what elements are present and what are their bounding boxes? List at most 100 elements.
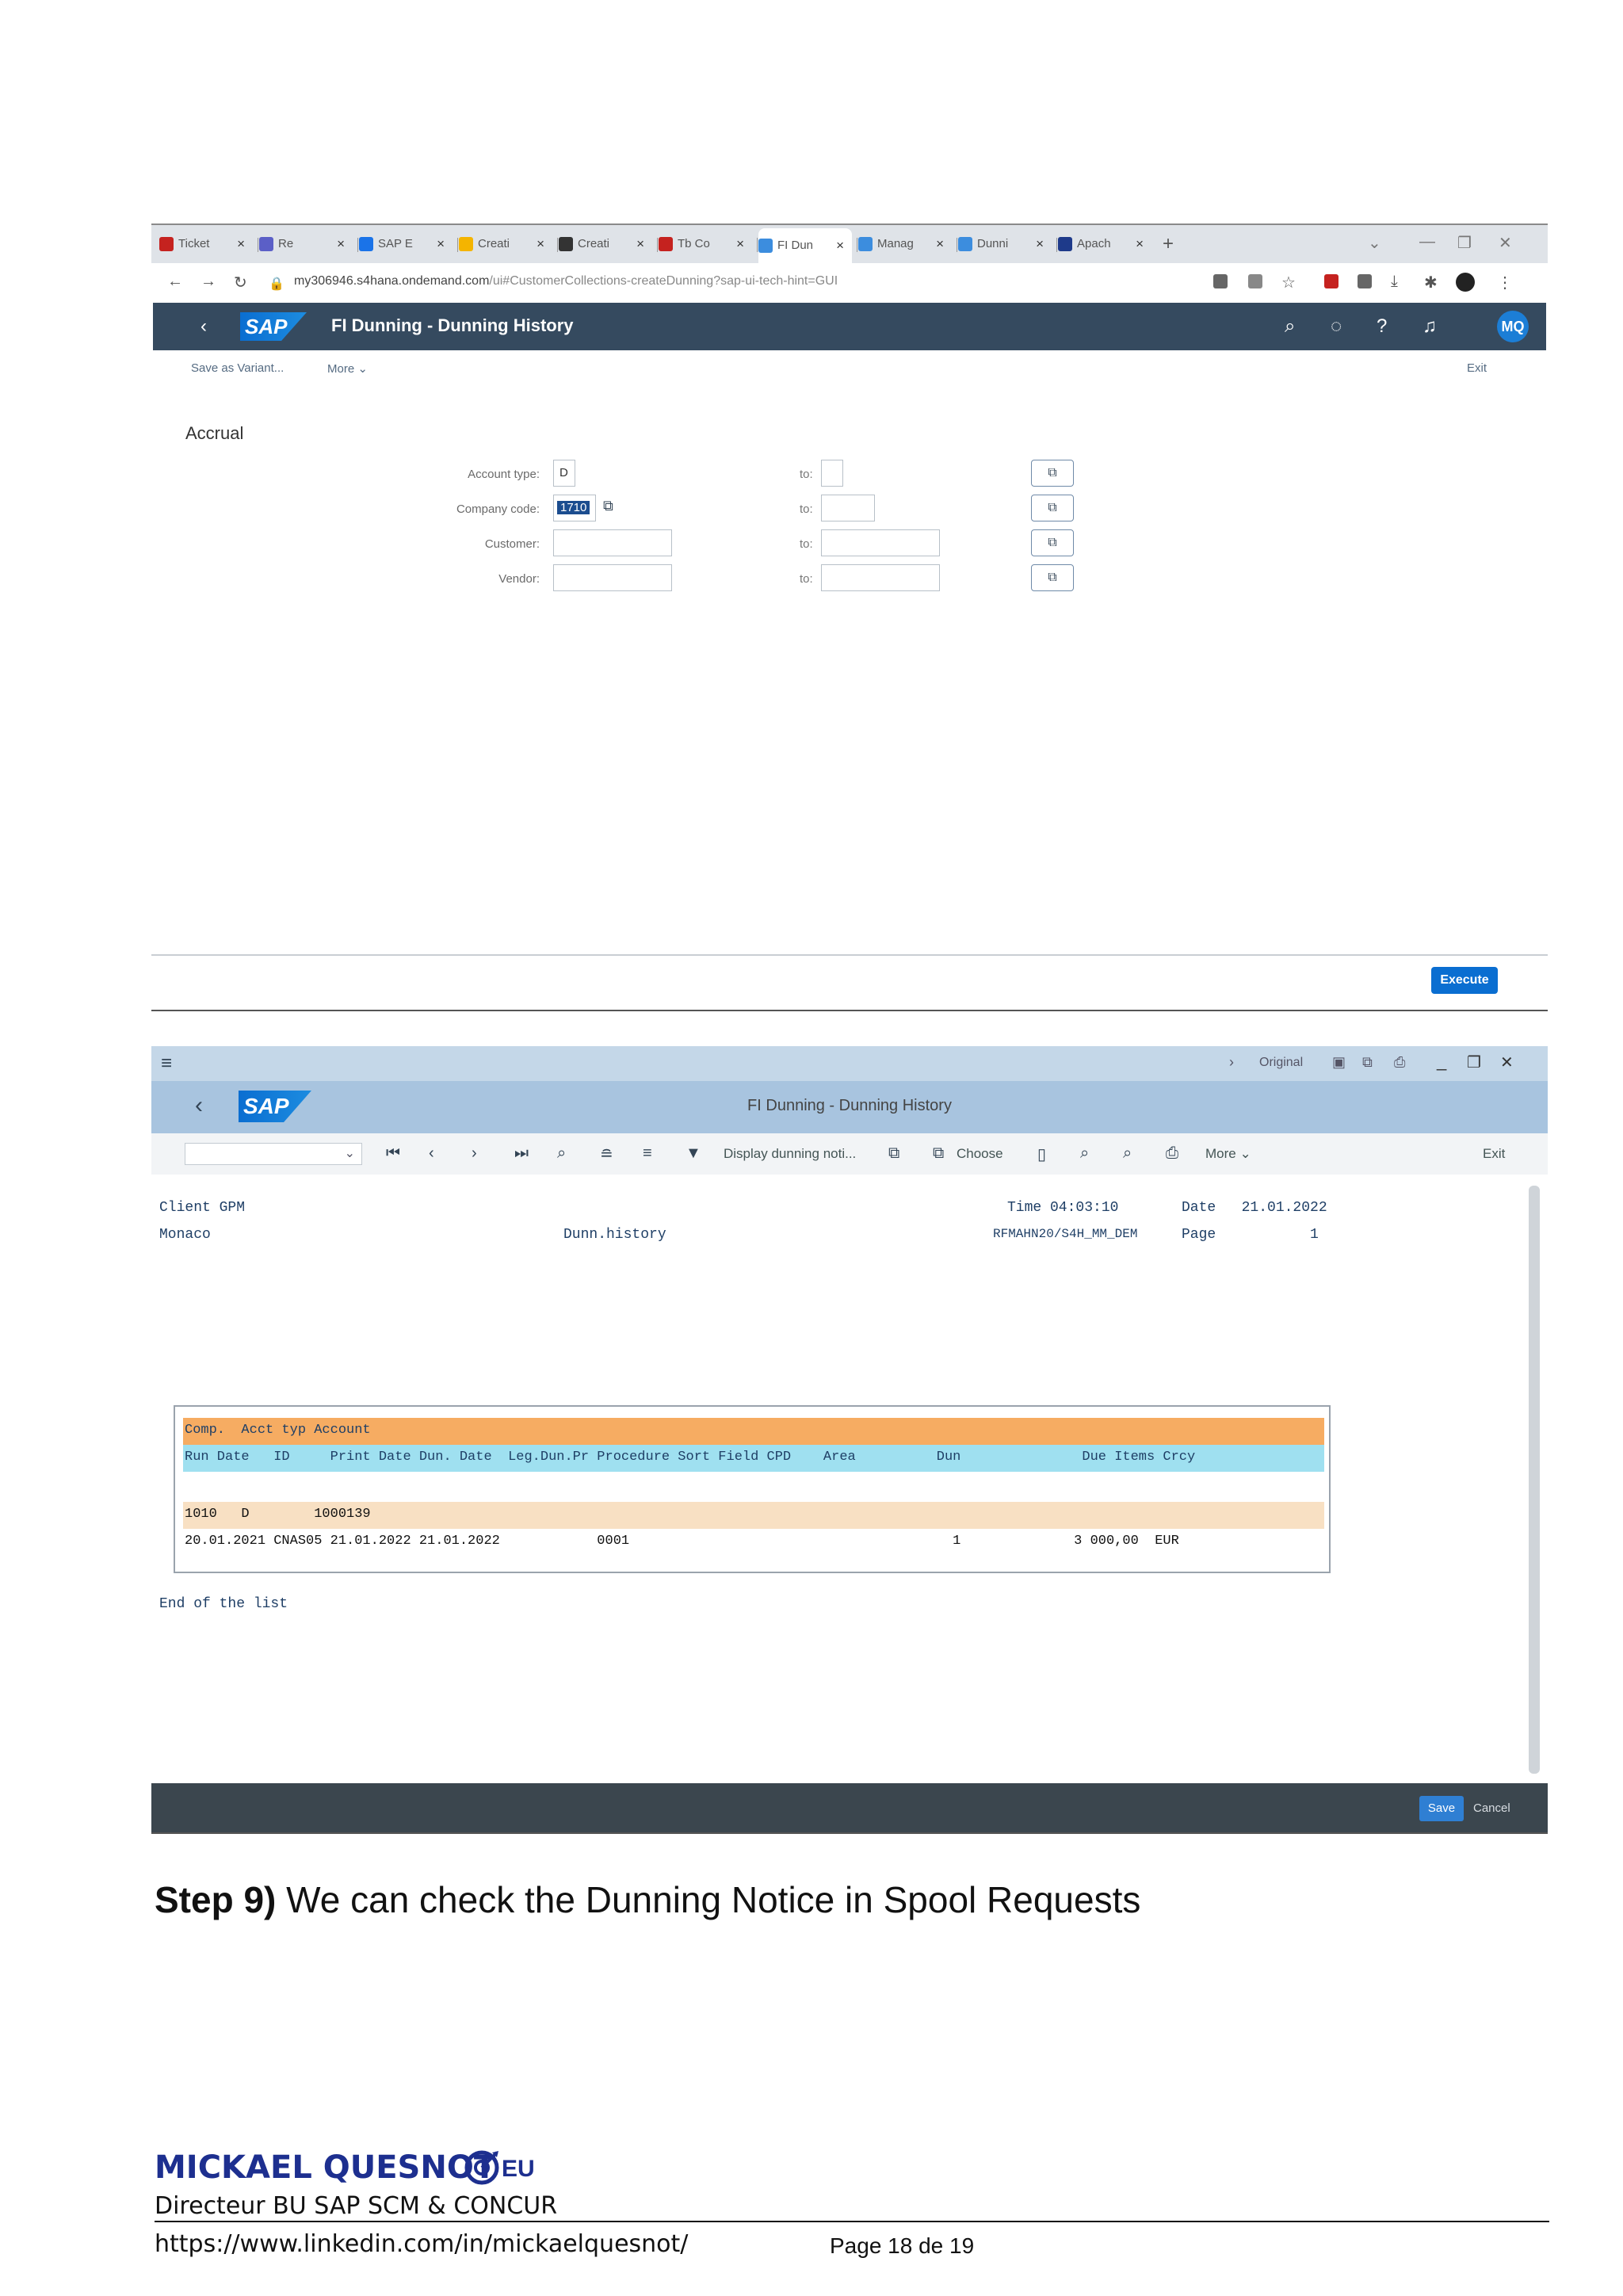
tab-close-icon[interactable]: ×: [537, 231, 544, 257]
url-field[interactable]: my306946.s4hana.ondemand.com/ui#Customer…: [294, 274, 838, 288]
star-icon[interactable]: ☆: [1281, 273, 1296, 292]
row-detail-text[interactable]: 20.01.2021 CNAS05 21.01.2022 21.01.2022 …: [185, 1534, 1179, 1549]
gui-toolbar: ⌄ ⏮ ‹ › ⏭ ⌕ ≘ ≡ ▼ Display dunning noti..…: [151, 1133, 1548, 1175]
customer-to-input[interactable]: [821, 529, 940, 556]
translate-icon[interactable]: [1213, 274, 1228, 288]
multiple-selection-button[interactable]: ⧉: [1031, 460, 1074, 487]
details-icon[interactable]: ▯: [1037, 1144, 1046, 1164]
back-icon[interactable]: ‹: [200, 315, 207, 338]
restore-icon[interactable]: ❐: [1457, 233, 1472, 253]
copy-icon[interactable]: ⧉: [888, 1144, 899, 1163]
filter-icon[interactable]: ▼: [685, 1144, 701, 1163]
dunning-history-list: Comp. Acct typ Account Run Date ID Print…: [174, 1405, 1331, 1573]
tab-close-icon[interactable]: ×: [636, 231, 644, 257]
last-page-icon[interactable]: ⏭: [514, 1144, 529, 1163]
company-code-label: Company code:: [456, 502, 540, 516]
minimize-icon[interactable]: —: [1419, 233, 1435, 251]
more-menu-button[interactable]: More ⌄: [1205, 1146, 1251, 1162]
browser-tab[interactable]: Dunni ×: [958, 231, 1052, 257]
layout-icon[interactable]: ▣: [1332, 1054, 1346, 1071]
more-menu-button[interactable]: More ⌄: [327, 361, 368, 376]
browser-tab[interactable]: Creati ×: [559, 231, 652, 257]
search-icon[interactable]: ⌕: [1285, 315, 1295, 338]
browser-tab[interactable]: Re ×: [259, 231, 353, 257]
account-type-input[interactable]: D: [553, 460, 575, 487]
extensions-puzzle-icon[interactable]: ✱: [1424, 273, 1438, 292]
account-type-to-input[interactable]: [821, 460, 843, 487]
restore-icon[interactable]: ❐: [1467, 1052, 1481, 1072]
browser-tab[interactable]: Apach ×: [1058, 231, 1151, 257]
tab-close-icon[interactable]: ×: [1036, 231, 1044, 257]
tab-close-icon[interactable]: ×: [836, 228, 844, 263]
report-title: Dunn.history: [563, 1227, 666, 1243]
vendor-to-input[interactable]: [821, 564, 940, 591]
company-code-input[interactable]: 1710: [553, 495, 596, 521]
minimize-icon[interactable]: _: [1437, 1051, 1446, 1072]
browser-tab[interactable]: Ticket ×: [159, 231, 253, 257]
sort-descending-icon[interactable]: ≡: [643, 1144, 652, 1163]
multiple-selection-button[interactable]: ⧉: [1031, 495, 1074, 521]
choose-button[interactable]: Choose: [957, 1146, 1003, 1162]
print-icon[interactable]: ⎙: [1166, 1144, 1178, 1163]
user-avatar[interactable]: MQ: [1497, 311, 1529, 342]
vertical-scrollbar[interactable]: [1529, 1186, 1540, 1774]
display-dunning-notice-button[interactable]: Display dunning noti...: [724, 1146, 856, 1162]
close-window-icon[interactable]: ✕: [1499, 233, 1512, 253]
reload-icon[interactable]: ↻: [234, 273, 247, 292]
execute-button[interactable]: Execute: [1431, 967, 1498, 994]
vendor-input[interactable]: [553, 564, 672, 591]
tab-close-icon[interactable]: ×: [1136, 231, 1144, 257]
company-code-to-input[interactable]: [821, 495, 875, 521]
multiple-selection-button[interactable]: ⧉: [1031, 564, 1074, 591]
new-tab-button[interactable]: +: [1163, 231, 1186, 257]
back-icon[interactable]: ←: [167, 273, 183, 291]
close-icon[interactable]: ✕: [1500, 1052, 1514, 1072]
row-account-text[interactable]: 1010 D 1000139: [185, 1507, 371, 1522]
browser-menu-icon[interactable]: ⋮: [1497, 273, 1513, 292]
chevron-right-icon[interactable]: ›: [1229, 1054, 1234, 1071]
save-as-variant-button[interactable]: Save as Variant...: [191, 361, 284, 375]
copilot-icon[interactable]: ◌: [1331, 315, 1342, 338]
save-button[interactable]: Save: [1419, 1796, 1464, 1821]
sort-ascending-icon[interactable]: ≘: [600, 1144, 613, 1164]
browser-tab[interactable]: SAP E ×: [359, 231, 453, 257]
tab-close-icon[interactable]: ×: [437, 231, 445, 257]
first-page-icon[interactable]: ⏮: [386, 1144, 400, 1163]
find-next-icon[interactable]: ⌕: [1123, 1144, 1132, 1163]
browser-tab[interactable]: Tb Co ×: [659, 231, 752, 257]
browser-tab[interactable]: Manag ×: [858, 231, 952, 257]
exit-button[interactable]: Exit: [1467, 361, 1487, 375]
profile-icon[interactable]: [1456, 273, 1475, 292]
tab-close-icon[interactable]: ×: [237, 231, 245, 257]
choose-icon[interactable]: ⧉: [933, 1144, 944, 1163]
extension-icon-2[interactable]: [1358, 274, 1372, 288]
menu-icon[interactable]: ≡: [161, 1052, 172, 1075]
next-page-icon[interactable]: ›: [472, 1144, 477, 1163]
tab-close-icon[interactable]: ×: [736, 231, 744, 257]
customer-input[interactable]: [553, 529, 672, 556]
linkedin-link[interactable]: https://www.linkedin.com/in/mickaelquesn…: [155, 2230, 688, 2258]
printer-icon[interactable]: ⎙: [1394, 1054, 1405, 1071]
help-icon[interactable]: ?: [1377, 315, 1387, 338]
window-icon[interactable]: ⧉: [1362, 1054, 1373, 1071]
forward-icon[interactable]: →: [200, 273, 216, 291]
tab-close-icon[interactable]: ×: [337, 231, 345, 257]
browser-tab[interactable]: FI Dun ×: [758, 228, 852, 263]
previous-page-icon[interactable]: ‹: [429, 1144, 434, 1163]
exit-button[interactable]: Exit: [1483, 1146, 1505, 1162]
tab-list-icon[interactable]: ⌄: [1368, 233, 1381, 253]
find-icon[interactable]: ⌕: [1080, 1144, 1089, 1163]
cancel-button[interactable]: Cancel: [1473, 1796, 1510, 1821]
zoom-icon[interactable]: ⌕: [557, 1144, 566, 1163]
sap-logo[interactable]: SAP: [240, 312, 307, 341]
value-help-icon[interactable]: ⧉: [603, 498, 613, 514]
extension-icon[interactable]: [1324, 274, 1338, 288]
tab-close-icon[interactable]: ×: [936, 231, 944, 257]
install-icon[interactable]: [1248, 274, 1262, 288]
notification-bell-icon[interactable]: ♫: [1423, 315, 1437, 338]
command-field[interactable]: ⌄: [185, 1143, 362, 1165]
download-icon[interactable]: ⤓: [1391, 273, 1398, 291]
multiple-selection-button[interactable]: ⧉: [1031, 529, 1074, 556]
browser-tab[interactable]: Creati ×: [459, 231, 552, 257]
original-label[interactable]: Original: [1259, 1056, 1303, 1070]
